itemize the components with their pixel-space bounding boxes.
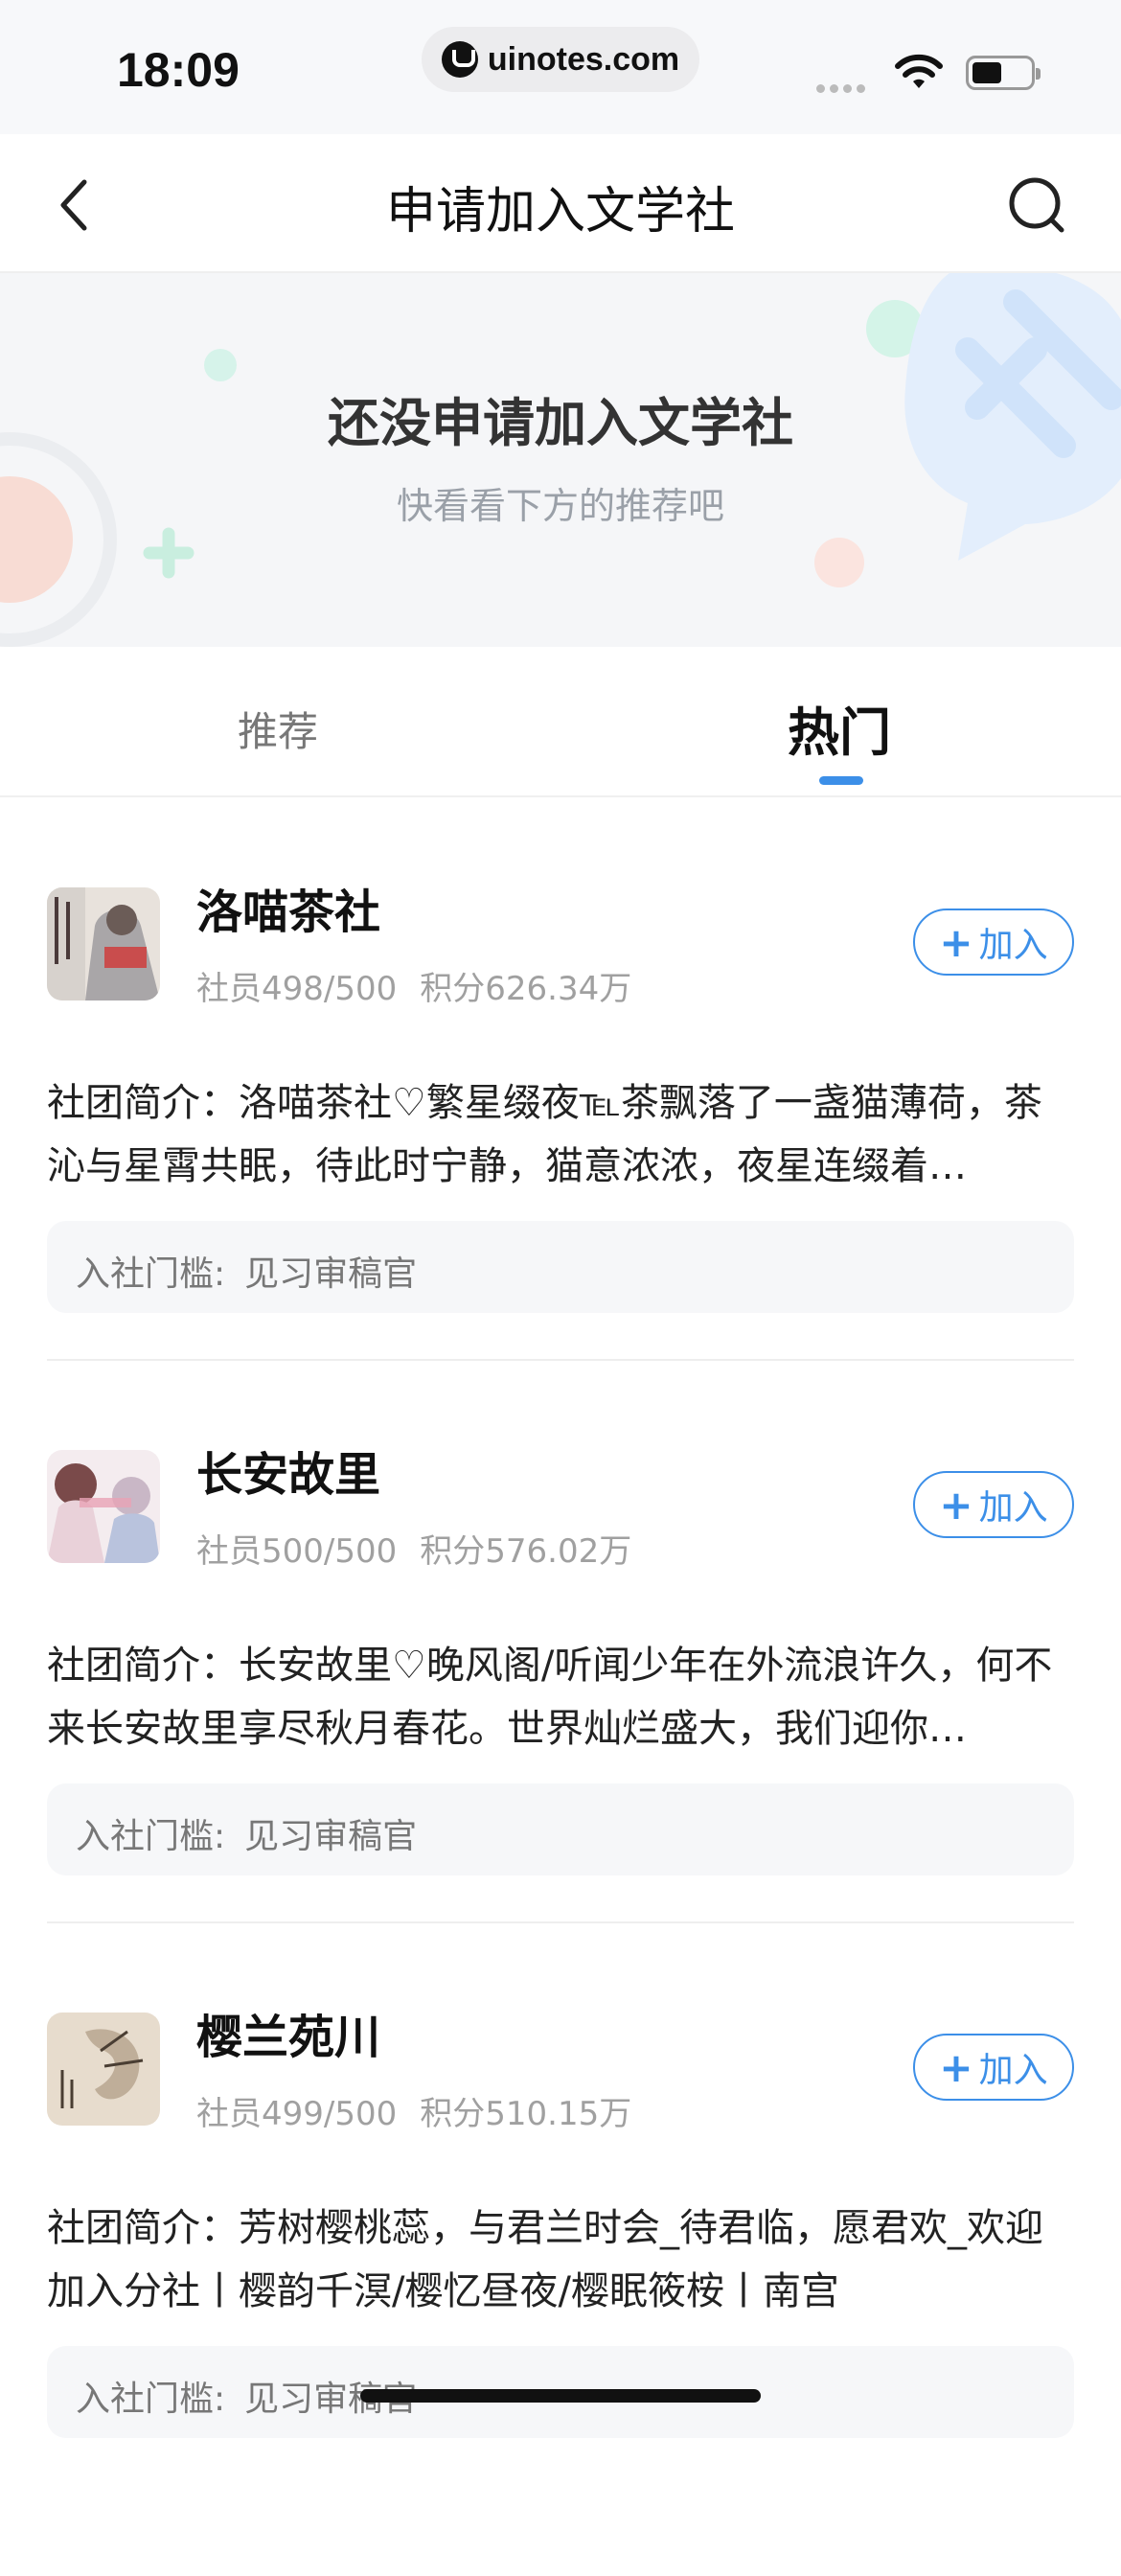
join-button[interactable]: + 加入 — [913, 908, 1074, 976]
empty-state-title: 还没申请加入文学社 — [328, 393, 793, 453]
search-icon[interactable] — [1006, 174, 1067, 236]
club-member-count: 社员498/500 — [196, 970, 398, 1008]
plus-icon: + — [939, 918, 973, 966]
tab-recommend[interactable]: 推荐 — [238, 700, 318, 758]
club-member-count: 社员499/500 — [196, 2095, 398, 2133]
site-logo-icon — [441, 41, 478, 78]
join-threshold: 入社门槛: 见习审稿官 — [47, 1783, 1074, 1875]
empty-state-subtitle: 快看看下方的推荐吧 — [396, 485, 724, 527]
club-avatar — [47, 2012, 160, 2126]
threshold-value: 见习审稿官 — [244, 1817, 418, 1856]
club-points: 积分576.02万 — [420, 1532, 632, 1571]
club-description: 社团简介：洛喵茶社♡繁星缀夜℡茶飘落了一盏猫薄荷，茶沁与星霄共眠，待此时宁静，猫… — [47, 1081, 1042, 1188]
threshold-label: 入社门槛: — [76, 1254, 226, 1294]
join-button[interactable]: + 加入 — [913, 2034, 1074, 2101]
club-card[interactable]: 洛喵茶社 社员498/500 积分626.34万 + 加入 社团简介：洛喵茶社♡繁星… — [0, 886, 1121, 1451]
battery-icon — [966, 56, 1041, 90]
empty-state-banner: 还没申请加入文学社 快看看下方的推荐吧 — [0, 273, 1121, 647]
club-avatar — [47, 887, 160, 1000]
club-member-count: 社员500/500 — [196, 1532, 398, 1571]
card-divider — [47, 1359, 1074, 1361]
club-name: 长安故里 — [196, 1448, 381, 1502]
active-tab-indicator — [819, 776, 863, 785]
banner-decoration — [0, 273, 1121, 647]
threshold-label: 入社门槛: — [76, 1817, 226, 1856]
url-pill[interactable]: uinotes.com — [422, 27, 699, 92]
join-button[interactable]: + 加入 — [913, 1471, 1074, 1538]
club-points: 积分510.15万 — [420, 2095, 632, 2133]
url-text: uinotes.com — [487, 40, 680, 78]
wifi-icon — [895, 54, 943, 88]
club-stats: 社员499/500 积分510.15万 — [196, 2087, 631, 2134]
club-stats: 社员498/500 积分626.34万 — [196, 962, 631, 1009]
club-name: 樱兰苑川 — [196, 2011, 381, 2064]
home-indicator[interactable] — [360, 2389, 761, 2403]
club-card[interactable]: 樱兰苑川 社员499/500 积分510.15万 + 加入 社团简介：芳树樱桃蕊，与… — [0, 2011, 1121, 2576]
status-time: 18:09 — [117, 43, 240, 97]
page-title: 申请加入文学社 — [385, 183, 735, 241]
join-label: 加入 — [978, 2051, 1048, 2090]
club-name: 洛喵茶社 — [196, 886, 381, 939]
club-description: 社团简介：长安故里♡晚风阁/听闻少年在外流浪许久，何不来长安故里享尽秋月春花。世… — [47, 1644, 1053, 1751]
club-avatar — [47, 1450, 160, 1563]
tab-hot[interactable]: 热门 — [788, 690, 891, 766]
club-card[interactable]: 长安故里 社员500/500 积分576.02万 + 加入 社团简介：长安故里♡晚风… — [0, 1448, 1121, 2013]
threshold-label: 入社门槛: — [76, 2380, 226, 2419]
tabs-divider — [0, 795, 1121, 797]
card-divider — [47, 1921, 1074, 1923]
nav-bar: 申请加入文学社 — [0, 134, 1121, 273]
plus-icon: + — [939, 2043, 973, 2091]
status-bar: 18:09 uinotes.com — [0, 0, 1121, 134]
club-stats: 社员500/500 积分576.02万 — [196, 1525, 631, 1572]
plus-icon: + — [939, 1481, 973, 1529]
club-description: 社团简介：芳树樱桃蕊，与君兰时会_待君临，愿君欢_欢迎加入分社丨樱韵千溟/樱忆昼… — [47, 2206, 1043, 2313]
threshold-value: 见习审稿官 — [244, 1254, 418, 1294]
club-list-panel: 推荐 热门 洛喵茶社 社员498/500 积分626.34万 + 加入 社团简介：洛… — [0, 671, 1121, 2438]
join-label: 加入 — [978, 1488, 1048, 1528]
cellular-signal-icon — [816, 79, 870, 97]
join-threshold: 入社门槛: 见习审稿官 — [47, 1221, 1074, 1313]
join-label: 加入 — [978, 926, 1048, 965]
club-points: 积分626.34万 — [420, 970, 632, 1008]
